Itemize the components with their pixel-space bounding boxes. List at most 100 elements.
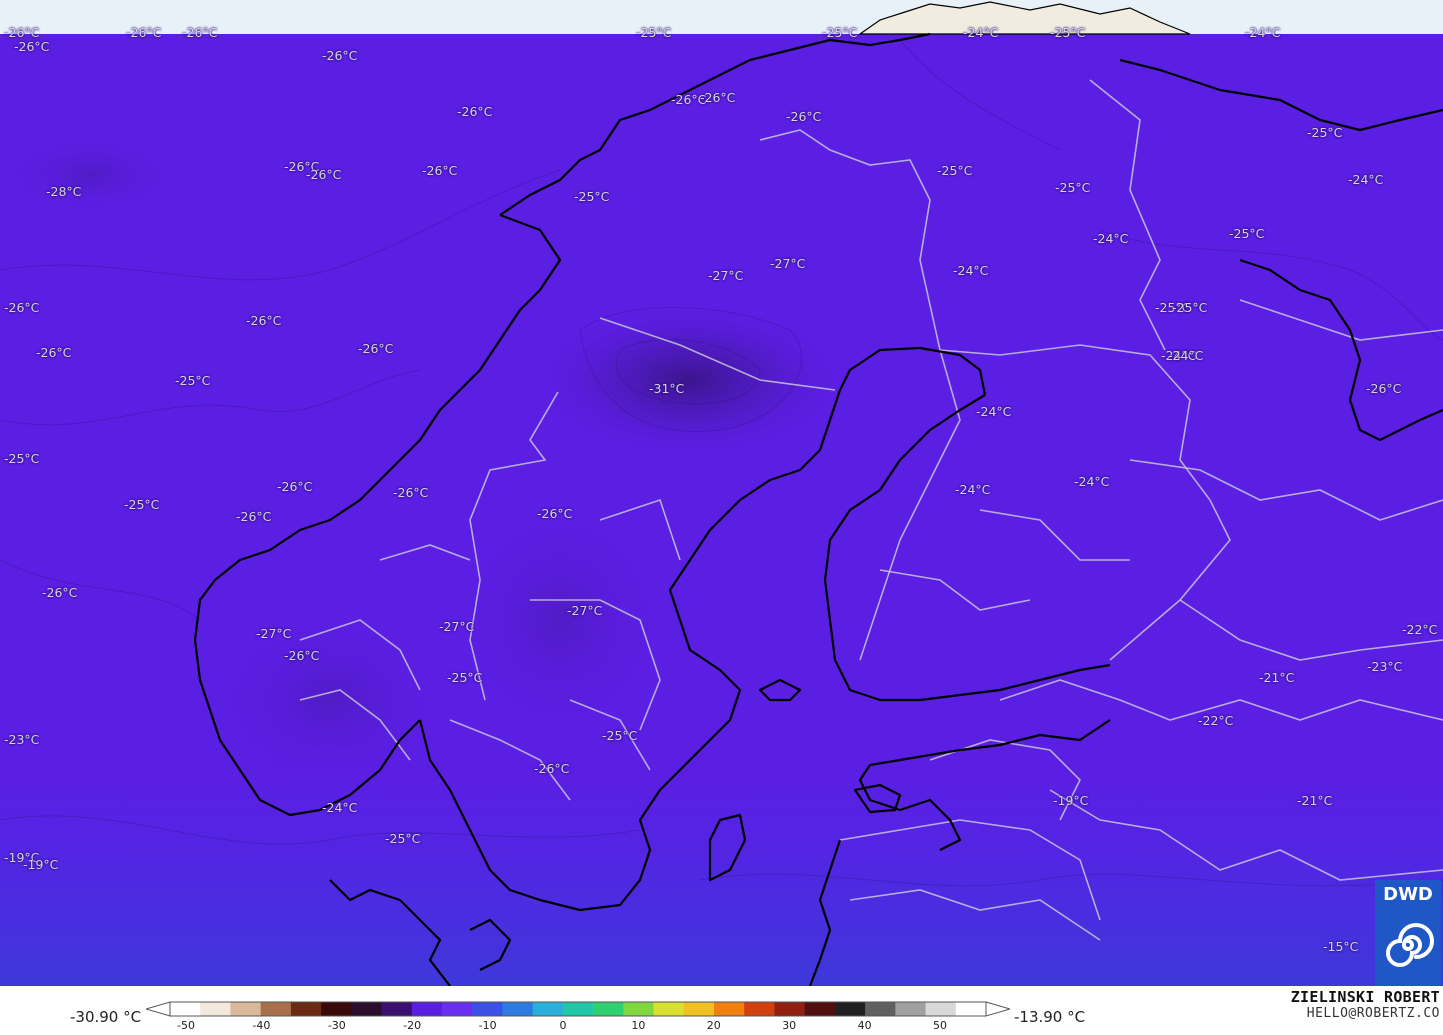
colorbar-segment [744, 1002, 775, 1016]
temperature-label: -24°C [955, 482, 991, 497]
temperature-label: -26°C [277, 479, 313, 494]
cold-patch-sweden [450, 500, 670, 740]
temperature-label: -26°C [786, 109, 822, 124]
legend-bar: -30.90 °C -50 -40 -30 -20 -10 0 10 20 30 40 50 -13… [0, 986, 1443, 1035]
colorbar-segment [653, 1002, 685, 1016]
colorbar-tick-label: -40 [252, 1019, 271, 1032]
temperature-label: -25°C [822, 25, 858, 40]
colorbar-extend-high [985, 1001, 1010, 1017]
colorbar-segment [895, 1002, 927, 1016]
temperature-label: -26°C [700, 90, 736, 105]
colorbar-segment [170, 1002, 201, 1016]
temperature-label: -25°C [1229, 226, 1265, 241]
colorbar-segment [411, 1002, 443, 1016]
temperature-label: -31°C [649, 381, 685, 396]
temperature-label: -28°C [46, 184, 82, 199]
temperature-label: -25°C [4, 451, 40, 466]
colorbar-segment [804, 1002, 836, 1016]
cold-core-mountains [530, 300, 850, 460]
temperature-label: -25°C [175, 373, 211, 388]
colorbar-tick-label: -10 [478, 1019, 497, 1032]
temperature-label: -26°C [42, 585, 78, 600]
temperature-label: -23°C [1367, 659, 1403, 674]
temperature-label: -22°C [1198, 713, 1234, 728]
colorbar-segment [593, 1002, 624, 1016]
temperature-label: -19°C [1053, 793, 1089, 808]
dwd-swirl-icon [1386, 923, 1434, 967]
colorbar-segment [472, 1002, 503, 1016]
temperature-label: -27°C [256, 626, 292, 641]
colorbar-tick-label: -20 [403, 1019, 422, 1032]
colorbar-tick-label: -50 [177, 1019, 195, 1032]
temperature-label: -26°C [236, 509, 272, 524]
temperature-label: -25°C [447, 670, 483, 685]
temperature-label: -26°C [246, 313, 282, 328]
temperature-label: -25°C [602, 728, 638, 743]
temperature-label: -21°C [1259, 670, 1295, 685]
colorbar-segment [290, 1002, 322, 1016]
colorbar-segment [774, 1002, 806, 1016]
temperature-label: -26°C [358, 341, 394, 356]
colorbar-segment [562, 1002, 594, 1016]
temperature-label: -25°C [385, 831, 421, 846]
temperature-label: -24°C [1245, 25, 1281, 40]
colorbar-segment [200, 1002, 231, 1016]
colorbar-tick-label: 40 [857, 1019, 872, 1032]
temperature-label: -19°C [23, 857, 59, 872]
temperature-label: -24°C [1093, 231, 1129, 246]
colorbar-segment [321, 1002, 352, 1016]
temperature-label: -25°C [937, 163, 973, 178]
temperature-label: -26°C [126, 25, 162, 40]
temperature-label: -24°C [322, 800, 358, 815]
temperature-label: -26°C [322, 48, 358, 63]
dwd-logo: DWD [1375, 880, 1441, 986]
temperature-label: -26°C [182, 25, 218, 40]
temperature-label: -26°C [1366, 381, 1402, 396]
temperature-label: -25°C [1055, 180, 1091, 195]
temperature-label: -26°C [284, 648, 320, 663]
temperature-label: -21°C [1297, 793, 1333, 808]
warm-south-band [0, 760, 1443, 986]
temperature-label: -26°C [306, 167, 342, 182]
temperature-label: -26°C [4, 300, 40, 315]
temperature-label: -26°C [36, 345, 72, 360]
colorbar-tick-label: 0 [559, 1019, 567, 1032]
temperature-label: -26°C [393, 485, 429, 500]
colorbar-extend-low [146, 1001, 171, 1017]
cold-patch-west [0, 135, 180, 215]
temperature-label: -24°C [953, 263, 989, 278]
colorbar-segment [834, 1002, 866, 1016]
temperature-label: -26°C [537, 506, 573, 521]
colorbar-segment [623, 1002, 655, 1016]
colorbar-segment [714, 1002, 745, 1016]
temperature-label: -25°C [574, 189, 610, 204]
author-name: ZIELINSKI ROBERT [1290, 988, 1440, 1006]
temperature-label: -25°C [1307, 125, 1343, 140]
temperature-label: -25°C [1172, 300, 1208, 315]
temperature-label: -27°C [708, 268, 744, 283]
colorbar-tick-label: 10 [631, 1019, 646, 1032]
temperature-label: -25°C [636, 25, 672, 40]
temperature-label: -26°C [14, 39, 50, 54]
min-value-label: -30.90 °C [70, 1008, 142, 1026]
max-value-label: -13.90 °C [1014, 1008, 1086, 1026]
colorbar-segment [502, 1002, 534, 1016]
colorbar-tick-label: 30 [782, 1019, 797, 1032]
colorbar-tick-label: 50 [933, 1019, 947, 1032]
temperature-label: -27°C [439, 619, 475, 634]
colorbar [146, 1001, 1010, 1017]
author-credit: ZIELINSKI ROBERT HELLO@ROBERTZ.CO [1291, 988, 1440, 1021]
colorbar-segment [442, 1002, 473, 1016]
temperature-label: -27°C [770, 256, 806, 271]
temperature-label: -25°C [124, 497, 160, 512]
temperature-label: -27°C [567, 603, 603, 618]
dwd-logo-text: DWD [1383, 884, 1433, 905]
temperature-label: -22°C [1402, 622, 1438, 637]
author-email: HELLO@ROBERTZ.CO [1306, 1006, 1440, 1021]
temperature-label: -26°C [4, 25, 40, 40]
colorbar-segment [230, 1002, 262, 1016]
colorbar-segment [381, 1002, 413, 1016]
colorbar-segment [351, 1002, 383, 1016]
temperature-label: -25°C [1050, 25, 1086, 40]
temperature-label: -26°C [457, 104, 493, 119]
